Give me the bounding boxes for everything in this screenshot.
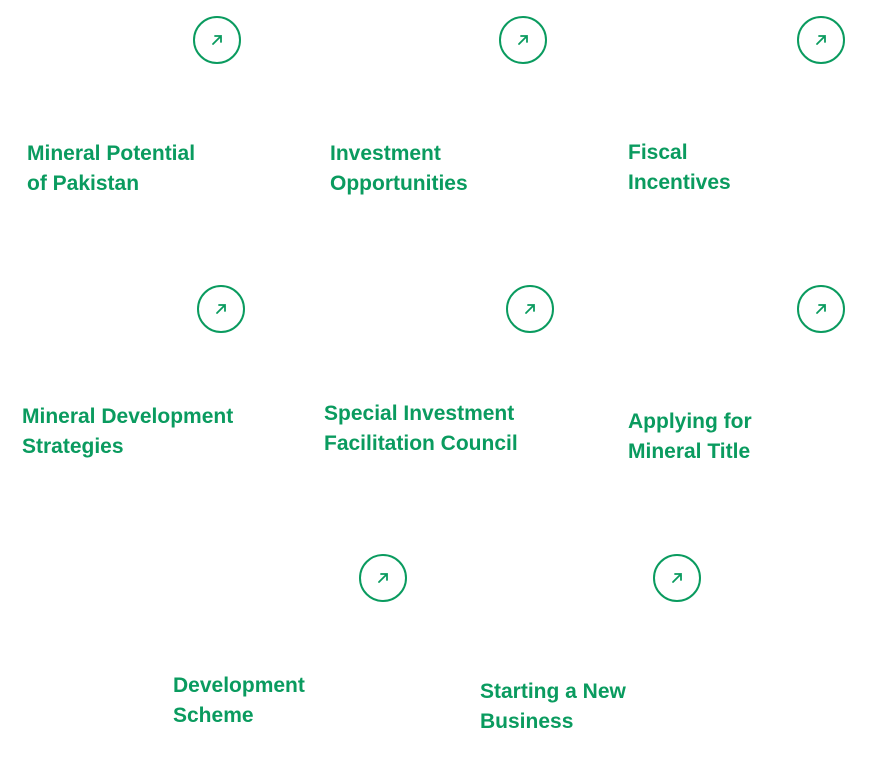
card-title-line1: Mineral Development	[22, 405, 234, 428]
card-title[interactable]: Investment Opportunities	[330, 139, 468, 199]
card-title-line1: Special Investment	[324, 402, 515, 425]
card-title[interactable]: Fiscal Incentives	[628, 138, 731, 198]
card-title-line2: Scheme	[173, 704, 254, 727]
card-title-line2: of Pakistan	[27, 172, 140, 195]
arrow-up-right-icon[interactable]	[359, 554, 407, 602]
card-title-line2: Mineral Title	[628, 440, 751, 463]
card-title-line2: Business	[480, 710, 574, 733]
card-title[interactable]: Mineral Development Strategies	[22, 402, 233, 462]
card-title[interactable]: Starting a New Business	[480, 677, 626, 737]
card-title-line1: Development	[173, 674, 305, 697]
card-title-line2: Opportunities	[330, 172, 468, 195]
card-title-line2: Facilitation Council	[324, 432, 518, 455]
card-title-line1: Applying for	[628, 410, 752, 433]
card-title[interactable]: Special Investment Facilitation Council	[324, 399, 518, 459]
arrow-up-right-icon[interactable]	[499, 16, 547, 64]
card-title-line1: Fiscal	[628, 141, 688, 164]
arrow-up-right-icon[interactable]	[197, 285, 245, 333]
card-title-line1: Mineral Potential	[27, 142, 196, 165]
card-title-line1: Starting a New	[480, 680, 626, 703]
card-title-line2: Incentives	[628, 171, 731, 194]
card-title[interactable]: Development Scheme	[173, 671, 305, 731]
card-title-line1: Investment	[330, 142, 441, 165]
arrow-up-right-icon[interactable]	[797, 16, 845, 64]
arrow-up-right-icon[interactable]	[193, 16, 241, 64]
arrow-up-right-icon[interactable]	[797, 285, 845, 333]
card-title[interactable]: Applying for Mineral Title	[628, 407, 752, 467]
card-title[interactable]: Mineral Potential of Pakistan	[27, 139, 195, 199]
arrow-up-right-icon[interactable]	[506, 285, 554, 333]
card-title-line2: Strategies	[22, 435, 124, 458]
arrow-up-right-icon[interactable]	[653, 554, 701, 602]
